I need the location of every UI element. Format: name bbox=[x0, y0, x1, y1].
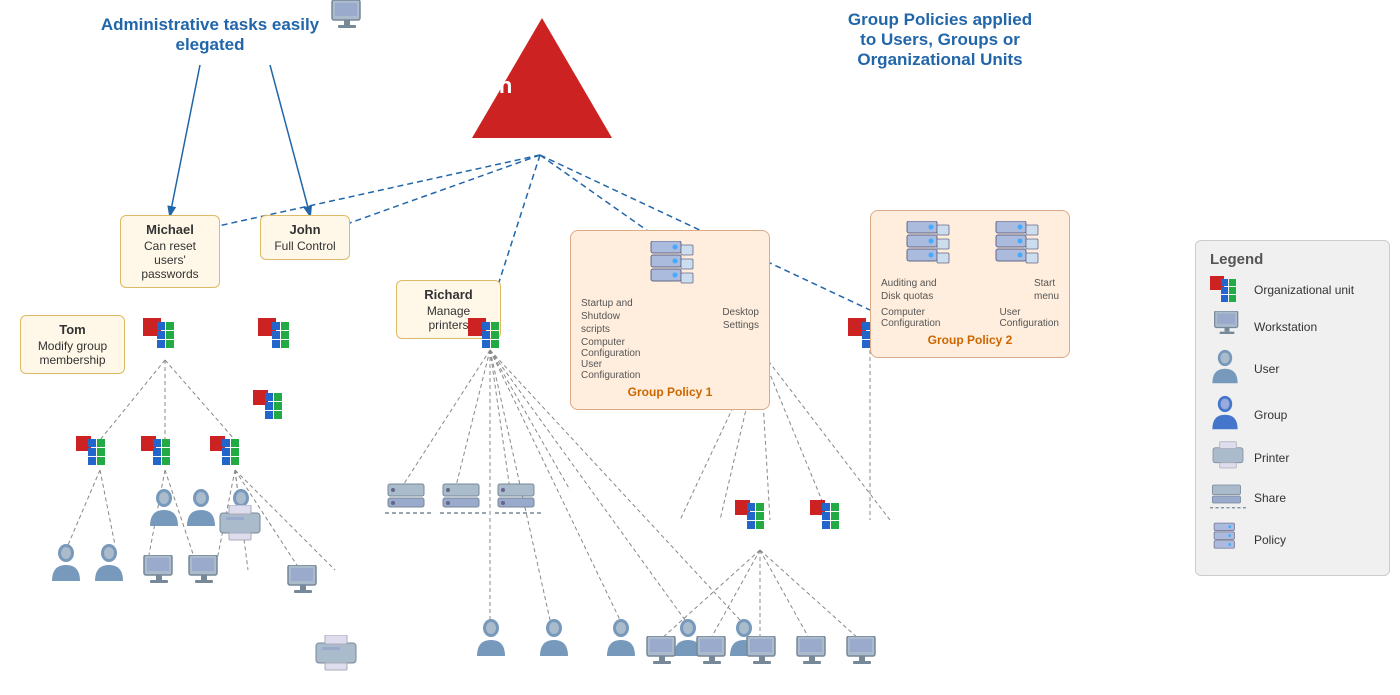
legend-ou-row: Organizational unit bbox=[1210, 276, 1375, 304]
tom-box: Tom Modify groupmembership bbox=[20, 315, 125, 374]
legend-ws-label: Workstation bbox=[1254, 320, 1317, 334]
legend-user-label: User bbox=[1254, 362, 1279, 376]
legend-group-icon bbox=[1210, 395, 1246, 434]
share-2 bbox=[440, 480, 486, 521]
legend-policy-icon bbox=[1210, 521, 1246, 558]
ou-right-sub-1 bbox=[735, 500, 771, 535]
gp1-item2: DesktopSettings bbox=[722, 307, 759, 331]
printer-1 bbox=[216, 505, 264, 548]
legend-box: Legend Organizational unit bbox=[1195, 240, 1390, 576]
richard-name: Richard bbox=[407, 287, 490, 302]
user-4 bbox=[50, 543, 82, 588]
ou-sub-1 bbox=[253, 390, 289, 425]
ws-r1 bbox=[643, 636, 681, 675]
ws-r3 bbox=[743, 636, 781, 675]
legend-policy-row: Policy bbox=[1210, 521, 1375, 558]
legend-share-row: Share bbox=[1210, 481, 1375, 514]
ws-r4 bbox=[793, 636, 831, 675]
gp2-item1: Auditing andDisk quotas bbox=[881, 277, 937, 303]
admin-heading: Administrative tasks easily elegated bbox=[80, 15, 340, 55]
ou-sub-tom-1 bbox=[76, 436, 112, 471]
domain-label: Domain bbox=[402, 73, 542, 99]
legend-policy-label: Policy bbox=[1254, 533, 1286, 547]
user-5 bbox=[93, 543, 125, 588]
legend-user-row: User bbox=[1210, 349, 1375, 388]
legend-user-icon bbox=[1210, 349, 1246, 388]
ou-center-left bbox=[258, 318, 302, 359]
ws-4 bbox=[328, 0, 366, 39]
legend-title: Legend bbox=[1210, 251, 1375, 268]
gp1-title: Group Policy 1 bbox=[581, 385, 759, 399]
michael-desc: Can resetusers'passwords bbox=[131, 239, 209, 281]
legend-printer-icon bbox=[1210, 441, 1246, 474]
ws-3 bbox=[284, 565, 322, 604]
gp2-item2: Startmenu bbox=[1034, 277, 1059, 303]
legend-printer-row: Printer bbox=[1210, 441, 1375, 474]
user-c1 bbox=[475, 618, 507, 663]
legend-ws-row: Workstation bbox=[1210, 311, 1375, 342]
share-1 bbox=[385, 480, 431, 521]
gp1-item4: UserConfiguration bbox=[581, 359, 759, 381]
michael-name: Michael bbox=[131, 222, 209, 237]
group-policy-1: Startup andShutdowscripts DesktopSetting… bbox=[570, 230, 770, 410]
legend-printer-label: Printer bbox=[1254, 451, 1289, 465]
ws-2 bbox=[185, 555, 223, 594]
main-canvas: Administrative tasks easily elegated Gro… bbox=[0, 0, 1400, 695]
ou-sub-tom-3 bbox=[210, 436, 246, 471]
ws-1 bbox=[140, 555, 178, 594]
share-3 bbox=[495, 480, 541, 521]
legend-ws-icon bbox=[1210, 311, 1246, 342]
legend-ou-label: Organizational unit bbox=[1254, 283, 1354, 297]
gp1-item3: ComputerConfiguration bbox=[581, 337, 759, 359]
group-policy-2: Auditing andDisk quotas Startmenu Comput… bbox=[870, 210, 1070, 358]
group-policy-heading: Group Policies appliedto Users, Groups o… bbox=[810, 10, 1070, 70]
ou-tom bbox=[143, 318, 187, 359]
legend-share-label: Share bbox=[1254, 491, 1286, 505]
gp2-title: Group Policy 2 bbox=[881, 333, 1059, 347]
user-2 bbox=[185, 488, 217, 533]
legend-ou-icon bbox=[1210, 276, 1246, 304]
ou-sub-tom-2 bbox=[141, 436, 177, 471]
ws-r2 bbox=[693, 636, 731, 675]
john-desc: Full Control bbox=[271, 239, 339, 253]
user-1 bbox=[148, 488, 180, 533]
user-c2 bbox=[538, 618, 570, 663]
ou-right-sub-2 bbox=[810, 500, 846, 535]
john-name: John bbox=[271, 222, 339, 237]
legend-share-icon bbox=[1210, 481, 1246, 514]
tom-desc: Modify groupmembership bbox=[31, 339, 114, 367]
printer-2 bbox=[312, 635, 360, 678]
gp2-item4: UserConfiguration bbox=[1000, 307, 1059, 329]
legend-group-label: Group bbox=[1254, 408, 1287, 422]
michael-box: Michael Can resetusers'passwords bbox=[120, 215, 220, 288]
gp2-item3: ComputerConfiguration bbox=[881, 307, 940, 329]
legend-group-row: Group bbox=[1210, 395, 1375, 434]
tom-name: Tom bbox=[31, 322, 114, 337]
ou-center bbox=[468, 318, 512, 359]
user-c3 bbox=[605, 618, 637, 663]
ws-r5 bbox=[843, 636, 881, 675]
john-box: John Full Control bbox=[260, 215, 350, 260]
